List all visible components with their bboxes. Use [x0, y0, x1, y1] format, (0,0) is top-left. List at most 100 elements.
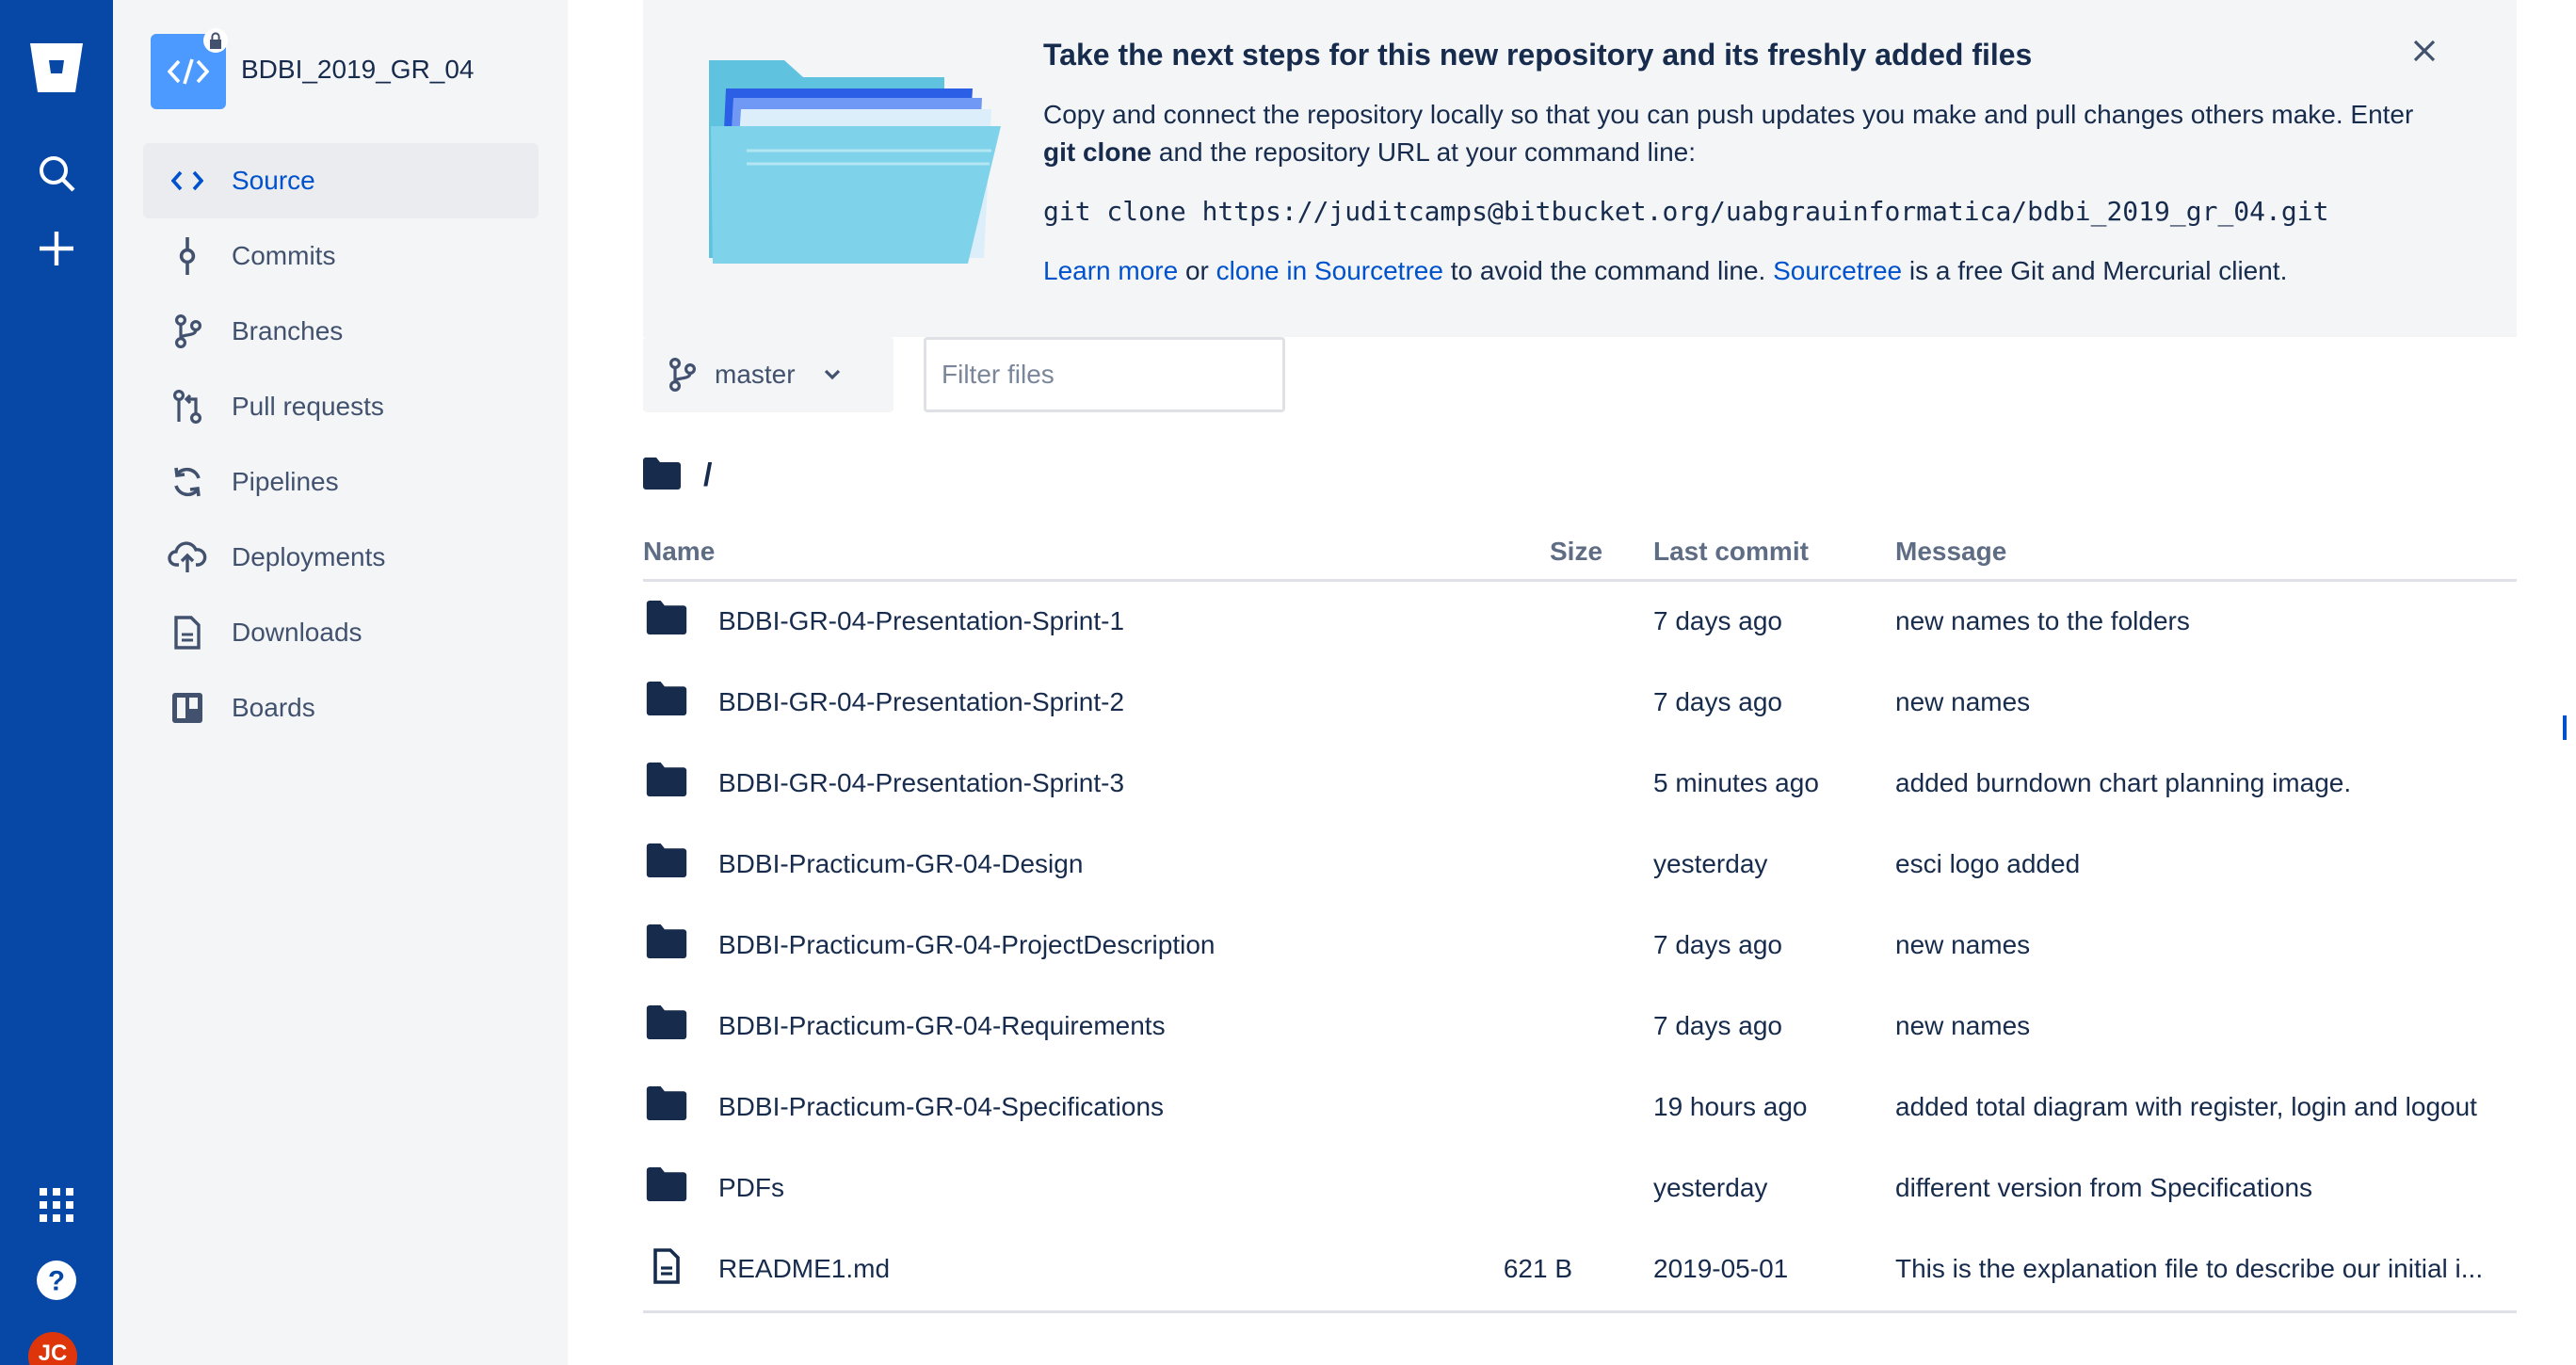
- close-icon[interactable]: [2407, 34, 2441, 68]
- table-row[interactable]: BDBI-GR-04-Presentation-Sprint-1 7 days a…: [643, 582, 2517, 663]
- sidebar-item-label: Downloads: [232, 618, 362, 647]
- branch-name: master: [715, 360, 796, 389]
- sidebar-item-deployments[interactable]: Deployments: [143, 520, 539, 595]
- help-icon[interactable]: ?: [26, 1250, 87, 1310]
- folder-illustration: [709, 60, 1001, 272]
- repo-name[interactable]: BDBI_2019_GR_04: [241, 55, 475, 85]
- filter-files-input[interactable]: [924, 337, 1285, 412]
- sidebar-item-pull-requests[interactable]: Pull requests: [143, 369, 539, 444]
- code-icon: [168, 58, 209, 85]
- file-name-link[interactable]: BDBI-Practicum-GR-04-Design: [718, 849, 1083, 879]
- plus-icon[interactable]: [26, 218, 87, 279]
- last-commit-time: 19 hours ago: [1653, 1092, 1808, 1121]
- table-footer-divider: [643, 1310, 2517, 1313]
- commit-message: different version from Specifications: [1895, 1173, 2313, 1202]
- file-name-link[interactable]: BDBI-Practicum-GR-04-ProjectDescription: [718, 930, 1215, 960]
- pipelines-icon: [143, 465, 232, 499]
- commit-message: new names: [1895, 1011, 2031, 1040]
- commit-message: new names: [1895, 930, 2031, 959]
- breadcrumb: /: [643, 458, 712, 494]
- breadcrumb-path[interactable]: /: [703, 458, 712, 494]
- repo-sidebar: BDBI_2019_GR_04 Source Commits Branches …: [113, 0, 568, 1365]
- sidebar-item-source[interactable]: Source: [143, 143, 539, 218]
- clone-command[interactable]: git clone https://juditcamps@bitbucket.o…: [1043, 196, 2328, 227]
- table-row[interactable]: BDBI-Practicum-GR-04-Specifications 19 ho…: [643, 1068, 2517, 1148]
- file-size: 621 B: [1503, 1254, 1572, 1283]
- folder-icon: [643, 843, 690, 877]
- next-steps-banner: Take the next steps for this new reposit…: [643, 0, 2517, 337]
- commit-message: new names: [1895, 687, 2031, 716]
- search-icon[interactable]: [26, 143, 87, 203]
- last-commit-time: 7 days ago: [1653, 930, 1782, 959]
- table-body: BDBI-GR-04-Presentation-Sprint-1 7 days a…: [643, 582, 2517, 1310]
- board-icon: [143, 691, 232, 725]
- folder-icon: [643, 601, 690, 634]
- user-avatar[interactable]: JC: [28, 1332, 77, 1365]
- branch-selector[interactable]: master: [643, 337, 894, 412]
- file-name-link[interactable]: README1.md: [718, 1254, 890, 1284]
- cloud-upload-icon: [143, 540, 232, 574]
- bitbucket-logo-icon[interactable]: [26, 38, 87, 98]
- file-name-link[interactable]: PDFs: [718, 1173, 784, 1203]
- table-row[interactable]: PDFs yesterday different version from Spec…: [643, 1148, 2517, 1229]
- table-row[interactable]: BDBI-Practicum-GR-04-Design yesterday esci…: [643, 825, 2517, 906]
- sidebar-item-label: Commits: [232, 241, 336, 270]
- folder-icon: [643, 924, 690, 958]
- table-row[interactable]: BDBI-GR-04-Presentation-Sprint-3 5 minute…: [643, 744, 2517, 825]
- chevron-down-icon: [824, 369, 841, 380]
- table-row[interactable]: BDBI-GR-04-Presentation-Sprint-2 7 days a…: [643, 663, 2517, 744]
- table-row[interactable]: BDBI-Practicum-GR-04-Requirements 7 days …: [643, 987, 2517, 1068]
- scrollbar[interactable]: [2563, 715, 2567, 740]
- app-switcher-icon[interactable]: [26, 1175, 87, 1235]
- banner-text-part: and the repository URL at your command l…: [1151, 137, 1697, 167]
- banner-text-bold: git clone: [1043, 137, 1152, 167]
- sourcetree-link[interactable]: Sourcetree: [1773, 256, 1902, 285]
- column-header-last-commit: Last commit: [1653, 537, 1809, 566]
- file-name-link[interactable]: BDBI-GR-04-Presentation-Sprint-2: [718, 687, 1124, 717]
- sidebar-item-pipelines[interactable]: Pipelines: [143, 444, 539, 520]
- folder-icon: [643, 1167, 690, 1201]
- sidebar-item-label: Source: [232, 166, 315, 195]
- file-name-link[interactable]: BDBI-Practicum-GR-04-Requirements: [718, 1011, 1166, 1041]
- last-commit-time: 2019-05-01: [1653, 1254, 1789, 1283]
- file-table: Name Size Last commit Message BDBI-GR-04…: [643, 527, 2517, 1313]
- sidebar-item-label: Pull requests: [232, 392, 384, 421]
- lock-icon: [203, 28, 228, 53]
- file-name-link[interactable]: BDBI-GR-04-Presentation-Sprint-3: [718, 768, 1124, 798]
- file-name-link[interactable]: BDBI-Practicum-GR-04-Specifications: [718, 1092, 1164, 1122]
- table-row[interactable]: BDBI-Practicum-GR-04-ProjectDescription 7…: [643, 906, 2517, 987]
- banner-text-part: Copy and connect the repository locally …: [1043, 100, 2414, 129]
- banner-description: Copy and connect the repository locally …: [1043, 96, 2437, 171]
- column-header-size: Size: [1550, 537, 1603, 566]
- clone-sourcetree-link[interactable]: clone in Sourcetree: [1216, 256, 1443, 285]
- learn-more-link[interactable]: Learn more: [1043, 256, 1178, 285]
- column-header-message: Message: [1895, 537, 2007, 566]
- file-name-link[interactable]: BDBI-GR-04-Presentation-Sprint-1: [718, 606, 1124, 636]
- last-commit-time: yesterday: [1653, 1173, 1768, 1202]
- folder-icon: [643, 763, 690, 796]
- folder-icon: [643, 1086, 690, 1120]
- file-icon: [143, 616, 232, 650]
- sidebar-item-branches[interactable]: Branches: [143, 294, 539, 369]
- sidebar-item-downloads[interactable]: Downloads: [143, 595, 539, 670]
- folder-icon: [643, 1005, 690, 1039]
- commit-message: esci logo added: [1895, 849, 2081, 878]
- banner-text-part: is a free Git and Mercurial client.: [1902, 256, 2288, 285]
- sidebar-item-boards[interactable]: Boards: [143, 670, 539, 746]
- file-icon: [643, 1248, 690, 1284]
- sidebar-item-commits[interactable]: Commits: [143, 218, 539, 294]
- column-header-name: Name: [643, 537, 716, 566]
- code-icon: [143, 169, 232, 192]
- sidebar-item-label: Deployments: [232, 542, 386, 571]
- last-commit-time: 5 minutes ago: [1653, 768, 1819, 797]
- commit-message: added total diagram with register, login…: [1895, 1092, 2477, 1121]
- table-row[interactable]: README1.md 621 B 2019-05-01 This is the exp…: [643, 1229, 2517, 1310]
- global-nav: ? JC: [0, 0, 113, 1365]
- banner-text-part: to avoid the command line.: [1442, 256, 1774, 285]
- svg-text:?: ?: [48, 1266, 65, 1297]
- banner-links: Learn more or clone in Sourcetree to avo…: [1043, 256, 2287, 286]
- folder-icon: [643, 458, 681, 494]
- last-commit-time: 7 days ago: [1653, 687, 1782, 716]
- branch-icon: [143, 314, 232, 348]
- sidebar-nav: Source Commits Branches Pull requests Pi…: [143, 143, 539, 746]
